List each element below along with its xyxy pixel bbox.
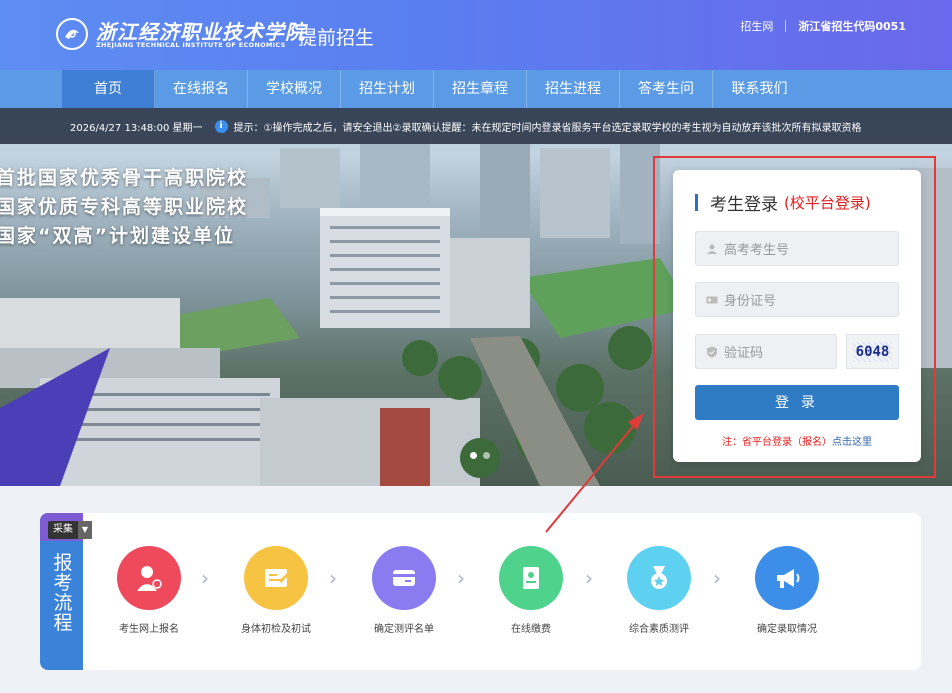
user-icon	[707, 244, 717, 254]
step-label: 在线缴费	[511, 624, 551, 635]
notice-bar: 2026/4/27 13:48:00 星期一 i 提示：①操作完成之后，请安全退…	[0, 108, 952, 144]
process-step[interactable]: 考生网上报名	[85, 546, 213, 635]
step-label: 确定测评名单	[374, 624, 434, 635]
process-step[interactable]: 综合素质测评	[595, 546, 723, 635]
id-badge-icon	[499, 546, 563, 610]
captcha-input[interactable]: 验证码	[695, 334, 837, 369]
top-links: 招生网 浙江省招生代码0051	[740, 18, 906, 34]
login-title: 考生登录 (校平台登录)	[695, 190, 871, 215]
admission-code: 浙江省招生代码0051	[798, 20, 906, 33]
process-step[interactable]: 在线缴费	[467, 546, 595, 635]
divider	[785, 20, 787, 32]
login-button[interactable]: 登 录	[695, 385, 899, 420]
chevron-right-icon: ›	[585, 566, 593, 590]
nav-enrollment-rules[interactable]: 招生章程	[434, 70, 527, 108]
banner-slogans: 首批国家优秀骨干高职院校 国家优质专科高等职业院校 国家“双高”计划建设单位	[0, 164, 248, 251]
nav-enrollment-plan[interactable]: 招生计划	[341, 70, 434, 108]
admission-site-link[interactable]: 招生网	[740, 18, 773, 34]
chevron-right-icon: ›	[457, 566, 465, 590]
step-label: 考生网上报名	[119, 624, 179, 635]
id-card-placeholder: 身份证号	[724, 294, 777, 309]
slogan-line: 国家“双高”计划建设单位	[0, 225, 235, 247]
site-subtitle: 提前招生	[298, 27, 375, 49]
process-step[interactable]: 确定测评名单	[340, 546, 468, 635]
captcha-image[interactable]: 6048	[846, 334, 899, 369]
chevron-right-icon: ›	[201, 566, 209, 590]
doctor-icon	[117, 546, 181, 610]
collect-tag[interactable]: 采集 ▼	[48, 521, 92, 539]
step-label: 身体初检及初试	[241, 624, 311, 635]
process-title: 报考流程	[53, 552, 73, 634]
site-header: 浙江经济职业技术学院 ZHEJIANG TECHNICAL INSTITUTE …	[0, 0, 952, 70]
form-edit-icon	[244, 546, 308, 610]
megaphone-icon	[755, 546, 819, 610]
login-title-text: 考生登录	[710, 195, 778, 215]
login-panel: 考生登录 (校平台登录) 高考考生号 身份证号 验证码 6048 登 录 注：省…	[673, 170, 921, 462]
nav-school-overview[interactable]: 学校概况	[248, 70, 341, 108]
title-accent-bar	[695, 194, 698, 211]
provincial-login-note: 注：省平台登录（报名）点击这里	[673, 433, 921, 448]
id-card-icon	[706, 296, 718, 303]
carousel-dot[interactable]	[483, 452, 490, 459]
main-nav: 首页 在线报名 学校概况 招生计划 招生章程 招生进程 答考生问 联系我们	[0, 70, 952, 108]
card-icon	[372, 546, 436, 610]
exam-id-placeholder: 高考考生号	[724, 243, 790, 258]
note-text: 注：省平台登录（报名）	[722, 437, 832, 448]
medal-icon	[627, 546, 691, 610]
carousel-dots	[470, 452, 490, 459]
login-subtitle: (校平台登录)	[784, 194, 871, 212]
chevron-right-icon: ›	[329, 566, 337, 590]
step-label: 综合素质测评	[629, 624, 689, 635]
nav-enrollment-progress[interactable]: 招生进程	[527, 70, 620, 108]
carousel-dot[interactable]	[470, 452, 477, 459]
college-name-en: ZHEJIANG TECHNICAL INSTITUTE OF ECONOMIC…	[96, 41, 286, 49]
exam-id-input[interactable]: 高考考生号	[695, 231, 899, 266]
nav-qa[interactable]: 答考生问	[620, 70, 713, 108]
notice-text: 提示：①操作完成之后，请安全退出②录取确认提醒：未在规定时间内登录省服务平台选定…	[233, 122, 862, 134]
shield-icon	[707, 346, 717, 357]
collect-tag-label: 采集	[48, 521, 78, 539]
captcha-code: 6048	[852, 341, 893, 362]
process-step[interactable]: 身体初检及初试	[212, 546, 340, 635]
college-logo-icon[interactable]	[56, 18, 88, 50]
captcha-placeholder: 验证码	[724, 346, 764, 361]
slogan-line: 首批国家优秀骨干高职院校	[0, 167, 249, 189]
chevron-down-icon[interactable]: ▼	[78, 521, 92, 539]
slogan-line: 国家优质专科高等职业院校	[0, 196, 249, 218]
current-datetime: 2026/4/27 13:48:00 星期一	[70, 122, 203, 134]
nav-contact[interactable]: 联系我们	[713, 70, 806, 108]
nav-home[interactable]: 首页	[62, 70, 155, 108]
process-step[interactable]: 确定录取情况	[723, 546, 851, 635]
id-card-input[interactable]: 身份证号	[695, 282, 899, 317]
provincial-login-link[interactable]: 点击这里	[832, 437, 872, 448]
nav-online-registration[interactable]: 在线报名	[155, 70, 248, 108]
chevron-right-icon: ›	[713, 566, 721, 590]
info-icon: i	[214, 119, 228, 133]
step-label: 确定录取情况	[757, 624, 817, 635]
annotation-arrow	[545, 413, 644, 533]
